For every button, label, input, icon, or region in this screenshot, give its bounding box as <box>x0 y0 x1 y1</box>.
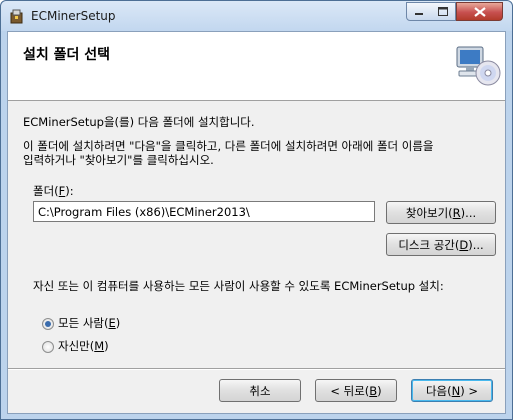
radio-everyone-label[interactable]: 모든 사람(E) <box>58 315 120 331</box>
radio-just-me-label[interactable]: 자신만(M) <box>58 338 109 354</box>
installer-app-icon <box>10 9 23 24</box>
back-button[interactable]: < 뒤로(B) <box>315 379 397 402</box>
minimize-icon <box>415 12 423 15</box>
window-title: ECMinerSetup <box>31 9 116 23</box>
installer-window: ECMinerSetup 설치 폴더 선택 ECMinerSetup을(를) 다… <box>0 0 513 420</box>
cancel-button[interactable]: 취소 <box>219 379 301 402</box>
folder-label: 폴더(F): <box>33 184 74 198</box>
computer-cd-icon <box>456 46 501 86</box>
folder-path-input[interactable] <box>33 201 375 222</box>
instruction-text-line-2: 입력하거나 "찾아보기"를 클릭하십시오. <box>23 153 214 167</box>
close-button[interactable] <box>456 2 503 21</box>
minimize-button[interactable] <box>406 2 432 21</box>
page-title: 설치 폴더 선택 <box>23 47 111 63</box>
radio-just-me[interactable] <box>42 341 54 353</box>
disk-cost-button[interactable]: 디스크 공간(D)... <box>386 233 496 256</box>
dialog-client-area: 설치 폴더 선택 ECMinerSetup을(를) 다음 폴더에 설치합니다. … <box>7 31 506 414</box>
maximize-button[interactable] <box>431 2 456 21</box>
header-banner: 설치 폴더 선택 <box>8 32 505 101</box>
close-icon <box>473 6 486 17</box>
intro-text: ECMinerSetup을(를) 다음 폴더에 설치합니다. <box>23 115 255 129</box>
footer-separator <box>8 368 505 370</box>
title-bar[interactable]: ECMinerSetup <box>1 1 512 31</box>
next-button[interactable]: 다음(N) > <box>411 379 493 402</box>
maximize-icon <box>438 7 448 16</box>
radio-everyone[interactable] <box>42 318 54 330</box>
install-for-question: 자신 또는 이 컴퓨터를 사용하는 모든 사람이 사용할 수 있도록 ECMin… <box>33 279 444 293</box>
browse-button[interactable]: 찾아보기(R)... <box>386 201 496 224</box>
